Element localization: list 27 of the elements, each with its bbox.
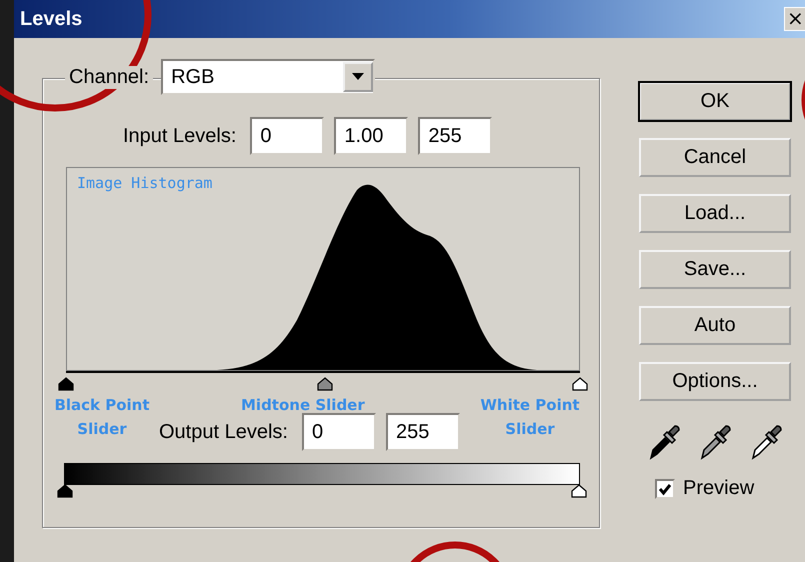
output-level-field[interactable]: 0 <box>302 413 376 451</box>
input-level-field[interactable]: 1.00 <box>334 117 408 155</box>
dropdown-arrow-icon <box>352 73 364 81</box>
dialog-button[interactable]: Save... <box>639 250 791 289</box>
annotation-label: White Point Slider <box>479 395 581 440</box>
input-level-field[interactable]: 0 <box>250 117 324 155</box>
slider-thumb[interactable] <box>58 377 74 391</box>
annotation-label: Midtone Slider <box>241 395 365 416</box>
close-button[interactable]: × <box>784 7 805 31</box>
annotation-label: Black Point Slider <box>53 395 151 440</box>
preview-checkbox[interactable] <box>655 478 675 498</box>
preview-label: Preview <box>683 477 754 500</box>
histogram-title: Image Histogram <box>77 174 212 192</box>
channel-dropdown[interactable]: RGB <box>161 59 376 95</box>
slider-thumb[interactable] <box>57 484 73 498</box>
slider-thumb[interactable] <box>572 377 588 391</box>
input-level-field[interactable]: 255 <box>418 117 492 155</box>
slider-thumb[interactable] <box>571 484 587 498</box>
dialog-button[interactable]: Load... <box>639 194 791 233</box>
dialog-button[interactable]: OK <box>639 82 791 121</box>
dialog-button[interactable]: Auto <box>639 306 791 345</box>
channel-label: Channel: <box>65 66 154 88</box>
dialog-button[interactable]: Cancel <box>639 138 791 177</box>
output-level-field[interactable]: 255 <box>386 413 460 451</box>
dialog-button[interactable]: Options... <box>639 362 791 401</box>
window-title: Levels <box>19 8 82 30</box>
slider-thumb[interactable] <box>317 377 334 391</box>
